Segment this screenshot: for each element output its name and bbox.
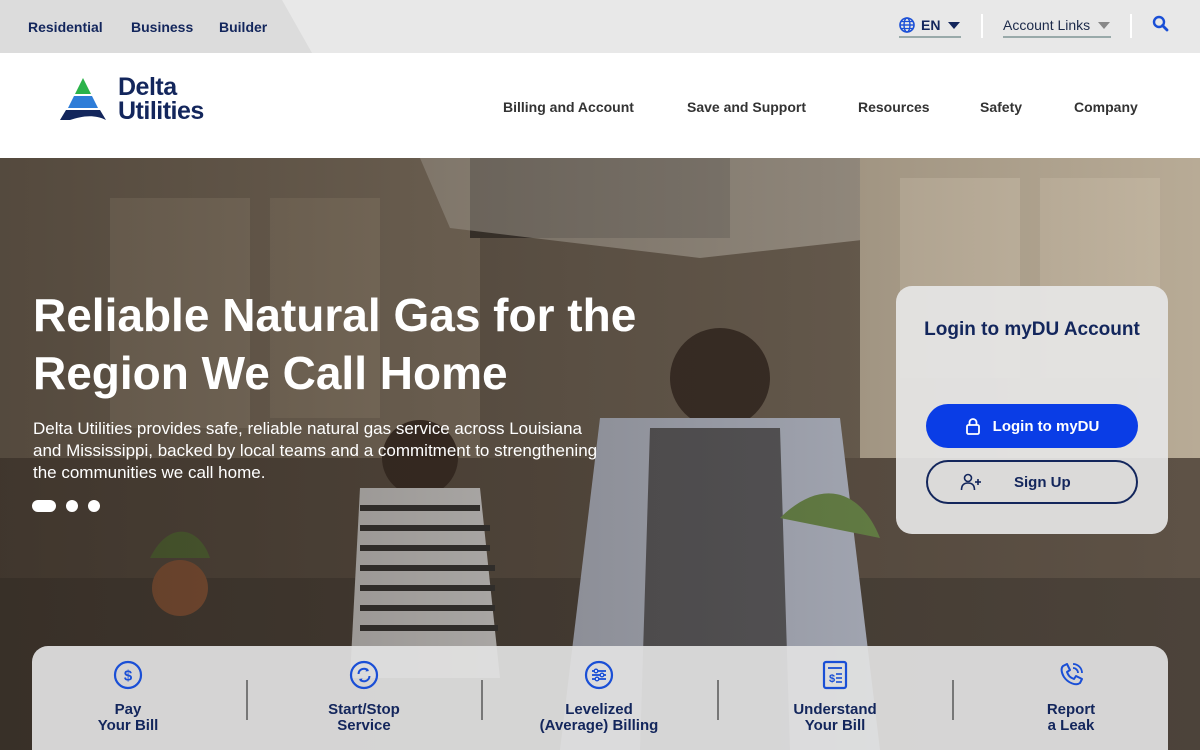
nav-safety[interactable]: Safety [980, 99, 1022, 115]
quick-link-pay-bill[interactable]: $ Pay Your Bill [28, 660, 228, 734]
language-label: EN [921, 17, 941, 33]
login-card: Login to myDU Account Login to myDU Sign… [896, 286, 1168, 534]
quick-link-label-line1: Levelized [565, 701, 633, 718]
carousel-dot-1[interactable] [32, 500, 56, 512]
svg-text:$: $ [829, 673, 835, 685]
segment-business[interactable]: Business [131, 19, 193, 35]
divider [246, 680, 248, 720]
carousel-indicators [32, 500, 100, 512]
divider [481, 680, 483, 720]
svg-text:$: $ [124, 668, 133, 685]
language-selector[interactable]: EN [899, 17, 961, 38]
nav-save-support[interactable]: Save and Support [687, 99, 806, 115]
quick-link-label-line1: Pay [114, 701, 142, 718]
segment-switcher: Residential Business Builder [0, 0, 312, 53]
bill-document-icon: $ [822, 660, 848, 690]
phone-icon [1060, 663, 1083, 686]
quick-link-label-line2: (Average) Billing [539, 717, 659, 734]
account-links-dropdown[interactable]: Account Links [1003, 17, 1111, 38]
chevron-down-icon [948, 21, 961, 29]
quick-link-label-line1: Report [1046, 701, 1096, 718]
quick-link-start-stop[interactable]: Start/Stop Service [264, 660, 464, 734]
add-user-icon [960, 473, 981, 491]
login-button-label: Login to myDU [992, 417, 1100, 435]
quick-link-label-line2: Your Bill [97, 717, 159, 734]
quick-link-label-line1: Understand [793, 701, 877, 718]
search-button[interactable] [1152, 15, 1170, 38]
quick-link-label: Pay Your Bill [28, 702, 228, 734]
carousel-dot-2[interactable] [66, 500, 78, 512]
mountain-logo-icon [60, 78, 106, 120]
nav-billing-account[interactable]: Billing and Account [503, 99, 634, 115]
quick-links-bar: $ Pay Your Bill Start/Stop Service Level… [32, 646, 1168, 750]
quick-link-report-leak[interactable]: Report a Leak [971, 660, 1171, 734]
quick-link-label: Levelized (Average) Billing [499, 702, 699, 734]
carousel-dot-3[interactable] [88, 500, 100, 512]
utility-bar: Residential Business Builder EN Account … [0, 0, 1200, 53]
lock-icon [965, 418, 980, 435]
divider [717, 680, 719, 720]
nav-company[interactable]: Company [1074, 99, 1138, 115]
quick-link-levelized-billing[interactable]: Levelized (Average) Billing [499, 660, 699, 734]
sign-up-button[interactable]: Sign Up [926, 460, 1138, 504]
sliders-circle-icon [584, 660, 614, 690]
divider [981, 14, 983, 38]
quick-link-label: Understand Your Bill [735, 702, 935, 734]
logo-line-2: Utilities [118, 97, 204, 125]
login-card-title: Login to myDU Account [924, 319, 1140, 340]
account-links-label: Account Links [1003, 17, 1091, 33]
chevron-down-icon [1098, 21, 1111, 29]
divider [952, 680, 954, 720]
quick-link-label-line2: Your Bill [804, 717, 866, 734]
segment-residential[interactable]: Residential [28, 19, 103, 35]
sign-up-button-label: Sign Up [1014, 473, 1071, 491]
nav-resources[interactable]: Resources [858, 99, 930, 115]
quick-link-label-line2: Service [337, 717, 391, 734]
quick-link-label: Start/Stop Service [264, 702, 464, 734]
quick-link-understand-bill[interactable]: $ Understand Your Bill [735, 660, 935, 734]
quick-link-label: Report a Leak [971, 702, 1171, 734]
site-logo[interactable]: Delta Utilities [58, 73, 204, 125]
search-icon [1152, 15, 1169, 32]
login-button[interactable]: Login to myDU [926, 404, 1138, 448]
hero-description: Delta Utilities provides safe, reliable … [33, 419, 598, 482]
cycle-circle-icon [349, 660, 379, 690]
quick-link-label-line1: Start/Stop [328, 701, 400, 718]
dollar-circle-icon: $ [113, 660, 143, 690]
quick-link-label-line2: a Leak [1047, 717, 1095, 734]
segment-builder[interactable]: Builder [219, 19, 267, 35]
divider [1130, 14, 1132, 38]
logo-wordmark: Delta Utilities [118, 73, 204, 125]
logo-line-1: Delta [118, 73, 177, 101]
globe-icon [899, 17, 915, 33]
site-header: Delta Utilities Billing and Account Save… [0, 53, 1200, 158]
hero-title: Reliable Natural Gas for the Region We C… [33, 289, 637, 399]
